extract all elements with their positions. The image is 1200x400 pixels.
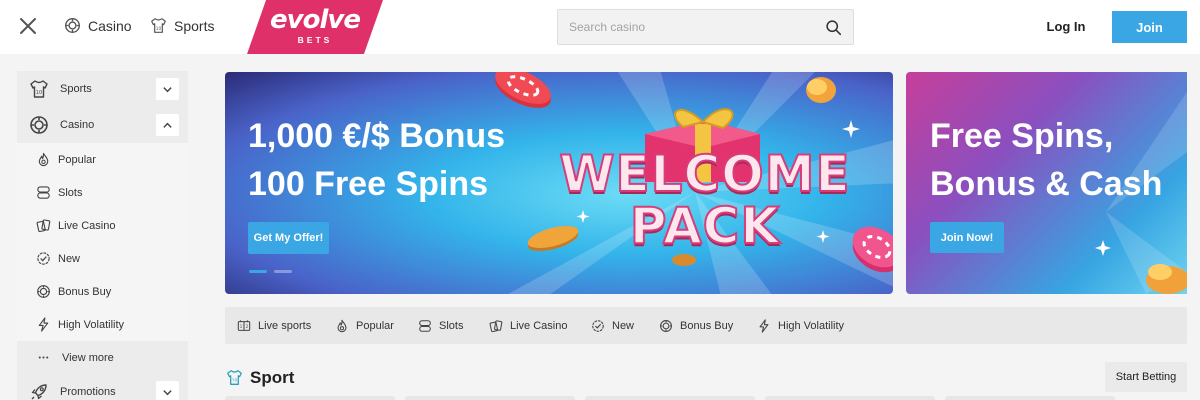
cards-icon — [35, 218, 51, 234]
flame-icon — [35, 152, 51, 168]
chip-icon — [35, 284, 51, 300]
flame-icon — [337, 319, 347, 332]
sidebar-item-new[interactable]: New — [17, 242, 188, 275]
sidebar-item-sports[interactable]: 10 Sports — [17, 71, 188, 107]
get-my-offer-button[interactable]: Get My Offer! — [248, 222, 329, 254]
welcome-banner[interactable]: WELCOME PACK 1,000 €/$ Bonus 100 Free Sp… — [225, 72, 893, 294]
sidebar-item-label: Popular — [58, 153, 96, 166]
search-input[interactable] — [558, 10, 813, 44]
lightning-icon — [35, 317, 51, 333]
lightning-icon — [759, 318, 769, 333]
category-new[interactable]: New — [591, 307, 634, 344]
sidebar-item-promotions[interactable]: Promotions — [17, 374, 188, 400]
rocket-icon — [29, 382, 49, 400]
category-bar: 12 Live sports Popular Slots Live Casino… — [225, 307, 1187, 344]
svg-text:2: 2 — [246, 324, 249, 329]
sport-card[interactable] — [945, 396, 1115, 400]
sport-card[interactable] — [225, 396, 395, 400]
sidebar-item-label: New — [58, 252, 81, 265]
category-slots[interactable]: Slots — [418, 307, 463, 344]
check-badge-icon — [592, 319, 604, 332]
category-label: Live Casino — [510, 319, 568, 332]
join-now-button[interactable]: Join Now! — [930, 222, 1004, 253]
scoreboard-icon: 12 — [237, 319, 251, 331]
login-button[interactable]: Log In — [1038, 19, 1094, 34]
jersey-icon: 10 — [227, 370, 242, 385]
chevron-down-icon[interactable] — [156, 381, 179, 400]
sidebar-item-label: Promotions — [60, 386, 116, 398]
category-label: New — [612, 319, 635, 332]
sidebar-item-label: Casino — [60, 119, 95, 131]
nav-sports-label: Sports — [174, 17, 215, 34]
sport-card[interactable] — [585, 396, 755, 400]
banner-headline-line2: Bonus & Cash — [930, 165, 1163, 203]
category-high-volatility[interactable]: High Volatility — [757, 307, 844, 344]
jersey-icon: 10 — [29, 79, 49, 99]
banner-headline-line1: 1,000 €/$ Bonus — [248, 117, 506, 155]
top-header: Casino 10 Sports evolve BETS Log In Join — [0, 0, 1200, 54]
category-label: High Volatility — [778, 319, 845, 332]
sidebar: 10 Sports Casino Popular Slots Live Casi… — [17, 71, 188, 400]
more-dots-icon — [35, 350, 51, 366]
category-bonus-buy[interactable]: Bonus Buy — [659, 307, 733, 344]
sidebar-item-label: High Volatility — [58, 318, 125, 331]
pack-art-text: PACK — [629, 197, 781, 255]
logo-subtext: BETS — [297, 35, 333, 45]
slots-icon — [35, 185, 51, 201]
category-label: Popular — [356, 319, 394, 332]
sidebar-item-slots[interactable]: Slots — [17, 176, 188, 209]
sidebar-item-label: View more — [62, 351, 114, 364]
casino-chip-icon — [65, 18, 80, 33]
casino-chip-icon — [29, 115, 49, 135]
sport-card[interactable] — [405, 396, 575, 400]
logo-wordmark: evolve — [270, 5, 361, 35]
start-betting-button[interactable]: Start Betting — [1105, 362, 1187, 392]
free-spins-banner[interactable]: Free Spins, Bonus & Cash Join Now! — [906, 72, 1187, 294]
sidebar-item-bonus-buy[interactable]: Bonus Buy — [17, 275, 188, 308]
cards-icon — [489, 319, 503, 332]
category-label: Slots — [439, 319, 464, 332]
sidebar-item-live-casino[interactable]: Live Casino — [17, 209, 188, 242]
sidebar-item-high-volatility[interactable]: High Volatility — [17, 308, 188, 341]
category-label: Bonus Buy — [680, 319, 734, 332]
chip-icon — [660, 319, 672, 332]
jersey-icon: 10 — [151, 18, 166, 33]
sidebar-item-label: Bonus Buy — [58, 285, 112, 298]
sidebar-item-label: Slots — [58, 186, 83, 199]
chevron-down-icon[interactable] — [156, 78, 179, 100]
banner-headline-line2: 100 Free Spins — [248, 165, 489, 203]
search-icon[interactable] — [825, 19, 842, 36]
category-label: Live sports — [258, 319, 312, 332]
category-live-casino[interactable]: Live Casino — [489, 307, 567, 344]
carousel-dot-active[interactable] — [249, 270, 267, 273]
sport-card[interactable] — [765, 396, 935, 400]
banner-headline-line1: Free Spins, — [930, 117, 1114, 155]
search-box — [557, 9, 854, 45]
nav-casino[interactable]: Casino — [64, 17, 132, 34]
category-popular[interactable]: Popular — [335, 307, 394, 344]
chip-graphic — [495, 72, 551, 108]
evolve-bets-logo[interactable]: evolve BETS — [247, 0, 383, 54]
nav-casino-label: Casino — [88, 17, 132, 34]
carousel-dot[interactable] — [274, 270, 292, 273]
sidebar-view-more[interactable]: View more — [17, 341, 188, 374]
check-badge-icon — [35, 251, 51, 267]
sidebar-item-label: Live Casino — [58, 219, 116, 232]
svg-text:10: 10 — [156, 26, 162, 32]
sidebar-item-label: Sports — [60, 83, 92, 95]
close-icon[interactable] — [18, 16, 38, 36]
svg-text:10: 10 — [36, 90, 42, 96]
svg-text:1: 1 — [240, 324, 243, 329]
section-title: Sport — [250, 368, 295, 387]
slots-icon — [419, 319, 431, 332]
chevron-up-icon[interactable] — [156, 114, 179, 136]
sidebar-item-casino[interactable]: Casino — [17, 107, 188, 143]
svg-text:10: 10 — [232, 378, 238, 384]
category-live-sports[interactable]: 12 Live sports — [237, 307, 311, 344]
welcome-art-text: WELCOME — [558, 145, 851, 203]
nav-sports[interactable]: 10 Sports — [150, 17, 214, 34]
sidebar-item-popular[interactable]: Popular — [17, 143, 188, 176]
join-button[interactable]: Join — [1112, 11, 1187, 43]
